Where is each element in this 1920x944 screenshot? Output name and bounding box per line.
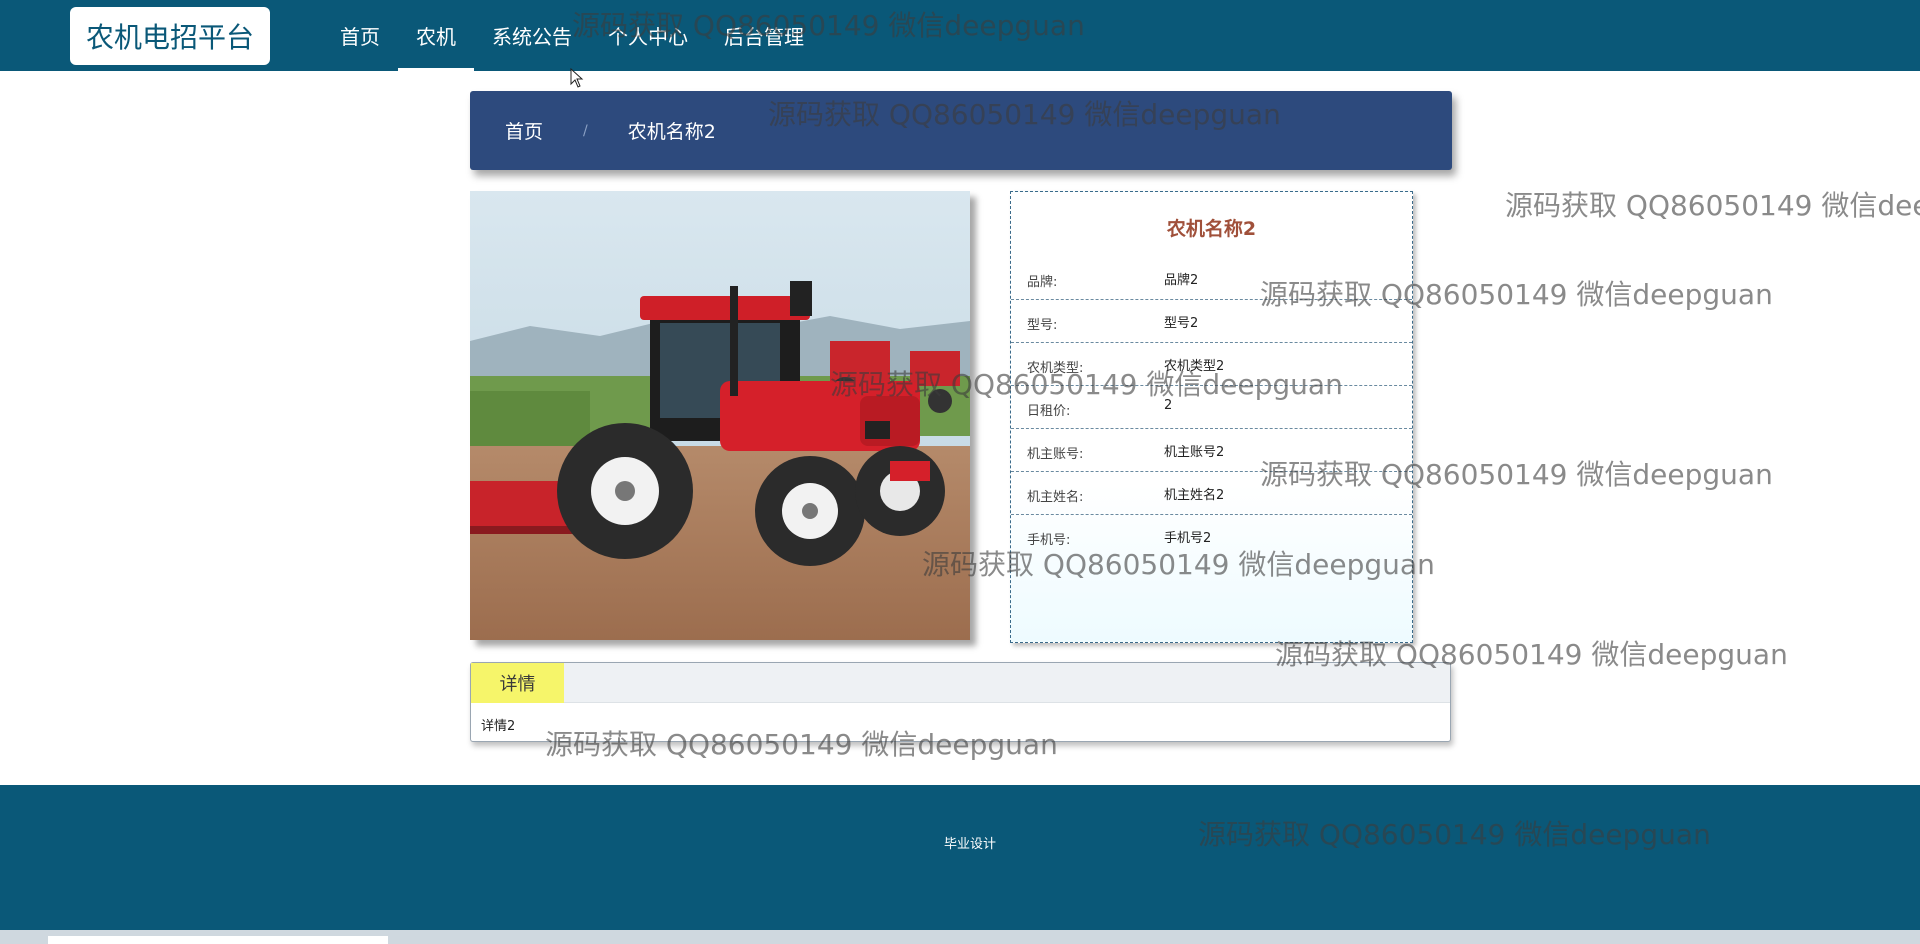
nav-item-admin[interactable]: 后台管理	[706, 0, 822, 71]
breadcrumb-separator: /	[583, 122, 588, 139]
product-image	[470, 191, 970, 640]
info-row-owner-name: 机主姓名: 机主姓名2	[1011, 472, 1412, 515]
machine-name-title: 农机名称2	[1166, 218, 1257, 240]
site-logo[interactable]: 农机电招平台	[70, 7, 270, 65]
info-value: 手机号2	[1164, 531, 1212, 546]
detail-panel: 详情 详情2	[470, 662, 1451, 742]
bottom-strip	[0, 930, 1920, 944]
info-value: 型号2	[1164, 316, 1199, 331]
info-label: 机主姓名:	[1027, 490, 1084, 505]
top-navbar: 农机电招平台 首页 农机 系统公告 个人中心 后台管理	[0, 0, 1920, 71]
info-value: 农机类型2	[1164, 359, 1225, 374]
machine-info-card: 农机名称2 品牌: 品牌2 型号: 型号2 农机类型: 农机类型2 日租价: 2…	[1010, 191, 1413, 643]
info-label: 农机类型:	[1027, 361, 1084, 376]
info-label: 手机号:	[1027, 533, 1071, 548]
info-row-phone: 手机号: 手机号2	[1011, 515, 1412, 558]
breadcrumb-current: 农机名称2	[627, 121, 716, 143]
info-value: 2	[1164, 398, 1173, 413]
info-label: 机主账号:	[1027, 447, 1084, 462]
info-value: 机主姓名2	[1164, 488, 1225, 503]
info-label: 型号:	[1027, 318, 1058, 333]
footer-text: 毕业设计	[943, 837, 996, 852]
detail-tab-bar: 详情	[471, 663, 1450, 703]
nav-item-personal-center[interactable]: 个人中心	[590, 0, 706, 71]
nav-item-machinery[interactable]: 农机	[398, 0, 474, 71]
detail-content: 详情2	[481, 719, 516, 734]
tab-detail[interactable]: 详情	[471, 663, 564, 703]
watermark: 源码获取 QQ86050149 微信deepguan	[1505, 189, 1920, 222]
footer: 毕业设计	[0, 785, 1920, 930]
tractor-photo-icon	[470, 191, 970, 640]
nav-item-home[interactable]: 首页	[322, 0, 398, 71]
info-row-type: 农机类型: 农机类型2	[1011, 343, 1412, 386]
info-row-daily-price: 日租价: 2	[1011, 386, 1412, 429]
info-value: 品牌2	[1164, 273, 1199, 288]
breadcrumb: 首页 / 农机名称2	[470, 91, 1452, 170]
breadcrumb-home-link[interactable]: 首页	[505, 117, 543, 144]
mouse-cursor-icon	[570, 68, 584, 88]
info-value: 机主账号2	[1164, 445, 1225, 460]
nav-item-announcements[interactable]: 系统公告	[474, 0, 590, 71]
info-label: 品牌:	[1027, 275, 1058, 290]
info-row-brand: 品牌: 品牌2	[1011, 257, 1412, 300]
info-row-model: 型号: 型号2	[1011, 300, 1412, 343]
info-row-owner-account: 机主账号: 机主账号2	[1011, 429, 1412, 472]
info-label: 日租价:	[1027, 404, 1071, 419]
main-nav: 首页 农机 系统公告 个人中心 后台管理	[322, 0, 822, 71]
bottom-strip-segment	[48, 936, 388, 944]
